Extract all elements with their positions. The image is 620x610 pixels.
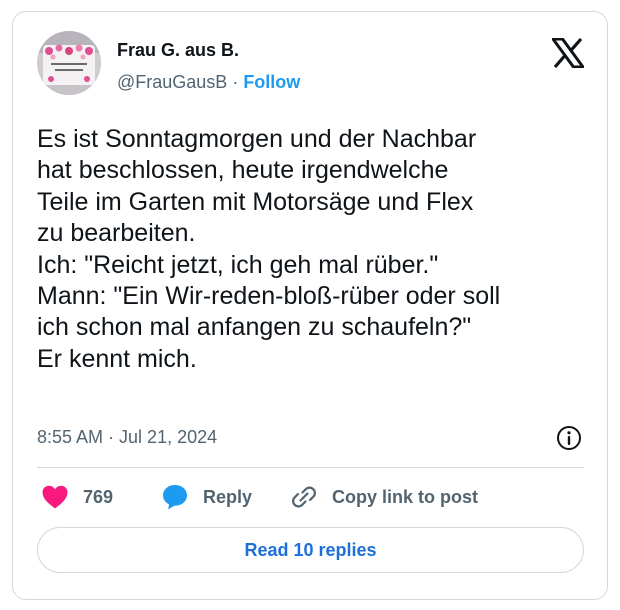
tweet-date: Jul 21, 2024: [119, 427, 218, 447]
divider: [37, 467, 584, 468]
like-button[interactable]: 769: [41, 482, 113, 512]
timestamp-separator: ·: [108, 427, 115, 447]
tweet-text: Es ist Sonntagmorgen und der Nachbar hat…: [37, 125, 501, 373]
copy-link-button[interactable]: Copy link to post: [290, 482, 478, 512]
handle-separator: ·: [232, 72, 239, 92]
reply-button[interactable]: Reply: [161, 482, 252, 512]
like-count: 769: [83, 486, 114, 507]
tweet-time: 8:55 AM: [37, 427, 104, 447]
follow-button[interactable]: Follow: [243, 72, 300, 92]
speech-bubble-icon: [163, 485, 187, 510]
author-name[interactable]: Frau G. aus B.: [117, 40, 239, 61]
avatar[interactable]: [37, 31, 101, 95]
tweet-card: Frau G. aus B. @FrauGausB · Follow Es ist …: [12, 11, 608, 600]
read-replies-button[interactable]: Read 10 replies: [37, 527, 584, 573]
info-icon[interactable]: [555, 424, 583, 452]
tweet-timestamp[interactable]: 8:55 AM · Jul 21, 2024: [37, 427, 217, 448]
link-icon: [292, 486, 316, 508]
reply-label: Reply: [203, 486, 253, 507]
heart-icon: [42, 485, 68, 509]
avatar-image: [37, 31, 101, 95]
author-handle[interactable]: @FrauGausB: [117, 72, 227, 92]
copy-link-label: Copy link to post: [332, 486, 478, 507]
x-logo-icon[interactable]: [550, 37, 586, 69]
author-handle-row: @FrauGausB · Follow: [117, 72, 300, 93]
